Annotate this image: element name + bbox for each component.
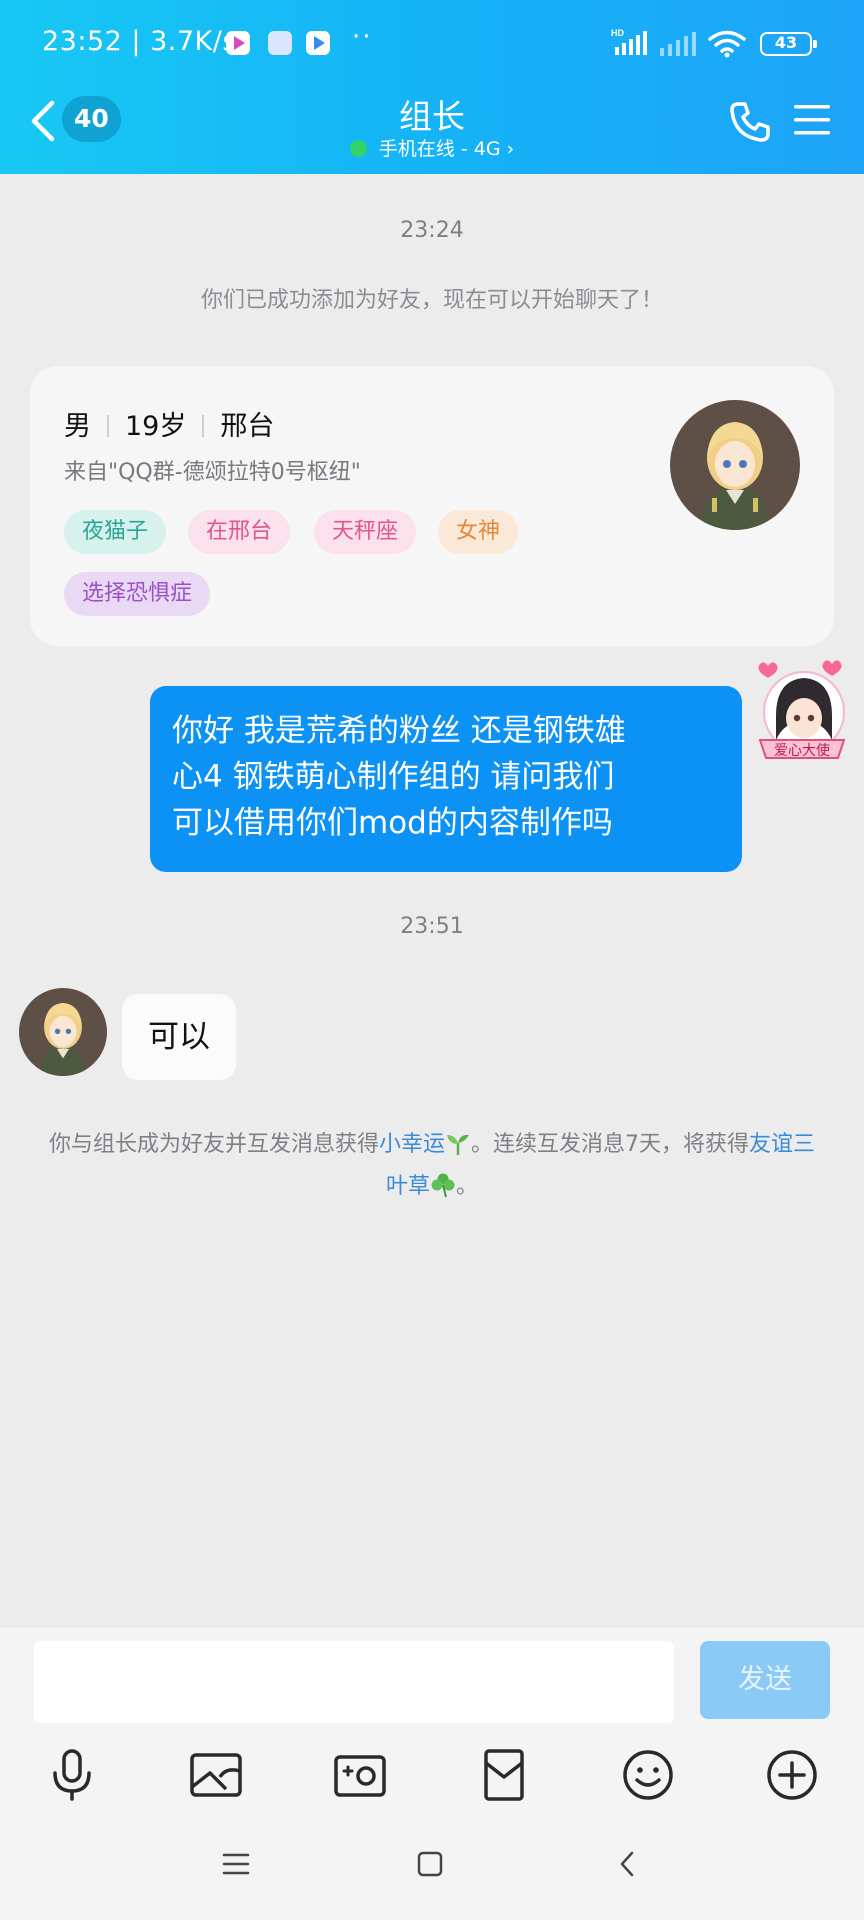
wifi-icon (708, 30, 746, 58)
send-button[interactable]: 发送 (700, 1641, 830, 1719)
my-message-bubble[interactable]: 你好 我是荒希的粉丝 还是钢铁雄 心4 钢铁萌心制作组的 请问我们 可以借用你们… (150, 686, 742, 872)
svg-text:HD: HD (611, 28, 624, 38)
profile-source: 来自"QQ群-德颂拉特0号枢纽" (64, 460, 361, 485)
red-packet-icon[interactable] (476, 1747, 532, 1803)
phone-call-icon[interactable] (728, 100, 772, 144)
app-notification-icon (268, 31, 292, 55)
profile-tag: 选择恐惧症 (64, 572, 211, 616)
clover-icon (431, 1173, 455, 1198)
message-input[interactable] (34, 1641, 674, 1723)
message-timestamp: 23:24 (400, 218, 464, 243)
svg-text:爱心大使: 爱心大使 (774, 742, 830, 759)
lucky-link[interactable]: 小幸运 (379, 1132, 445, 1157)
title-bar: 40 组长 手机在线 - 4G › (0, 88, 864, 174)
signal-hd-icon: HD (611, 28, 647, 55)
reward-notice: 你与组长成为好友并互发消息获得小幸运 。连续互发消息7天，将获得友谊三叶草。 (48, 1132, 816, 1199)
sprout-icon (447, 1134, 469, 1155)
battery-icon: 43 (760, 32, 817, 56)
message-timestamp: 23:51 (400, 914, 464, 939)
message-text-line: 心4 钢铁萌心制作组的 请问我们 (172, 759, 615, 795)
app-notification-icon (226, 31, 250, 55)
profile-tag: 在邢台 (188, 510, 291, 554)
camera-icon[interactable] (332, 1747, 388, 1803)
contact-avatar[interactable] (670, 400, 800, 530)
microphone-icon[interactable] (44, 1747, 100, 1803)
app-notification-icon (306, 31, 330, 55)
recent-apps-icon[interactable] (222, 1850, 250, 1878)
message-text-line: 你好 我是荒希的粉丝 还是钢铁雄 (172, 713, 626, 749)
message-text-line: 可以借用你们mod的内容制作吗 (172, 805, 613, 841)
chat-header: 23:52 | 3.7K/s ·· HD 43 40 组长 手机在线 - 4G … (0, 0, 864, 174)
profile-tag: 天秤座 (314, 510, 417, 554)
system-nav-bar (0, 1818, 864, 1920)
input-bar: 发送 (0, 1626, 864, 1818)
friend-added-notice: 你们已成功添加为好友，现在可以开始聊天了！ (200, 288, 663, 313)
online-dot-icon (349, 140, 367, 157)
status-bar: 23:52 | 3.7K/s ·· HD 43 (0, 0, 864, 88)
menu-icon[interactable] (792, 102, 832, 138)
plus-icon[interactable] (764, 1747, 820, 1803)
emoji-icon[interactable] (620, 1747, 676, 1803)
profile-card[interactable]: 男 19岁 邢台 来自"QQ群-德颂拉特0号枢纽" 夜猫子 在邢台 天秤座 女神 选… (30, 366, 834, 646)
profile-tag: 夜猫子 (64, 510, 167, 554)
back-nav-icon[interactable] (614, 1850, 642, 1878)
contact-avatar[interactable] (19, 988, 107, 1076)
chevron-right-icon: › (506, 138, 515, 160)
home-icon[interactable] (416, 1850, 444, 1878)
image-icon[interactable] (188, 1747, 244, 1803)
profile-tag: 女神 (438, 510, 519, 554)
status-time-speed: 23:52 | 3.7K/s (42, 26, 237, 57)
my-avatar[interactable]: 爱心大使 (754, 660, 850, 778)
profile-basic-info: 男 19岁 邢台 (64, 411, 275, 442)
their-message-bubble[interactable]: 可以 (122, 994, 236, 1080)
signal-sim2-icon (660, 32, 696, 56)
more-notifications-icon: ·· (352, 22, 373, 52)
